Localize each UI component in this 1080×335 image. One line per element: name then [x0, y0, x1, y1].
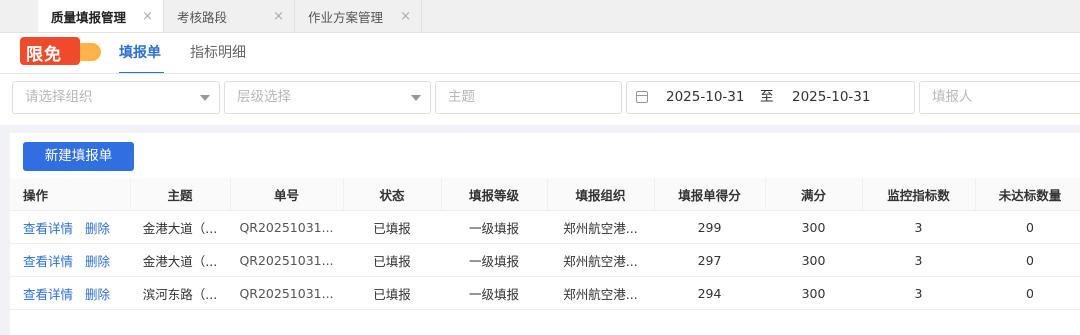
cell-status: 已填报 — [343, 210, 441, 244]
table-row: 查看详情 删除 金港大道（... QR20251031... 已填报 一级填报 郑… — [10, 243, 1080, 277]
calendar-icon — [636, 91, 648, 103]
report-table: 操作 主题 单号 状态 填报等级 填报组织 填报单得分 满分 监控指标数 未达标… — [10, 178, 1080, 310]
cell-subject: 滨河东路（... — [130, 276, 230, 310]
col-header-status[interactable]: 状态 — [343, 178, 442, 211]
new-report-button[interactable]: 新建填报单 — [23, 142, 134, 171]
view-details-link[interactable]: 查看详情 — [23, 254, 73, 269]
cell-monitor-count: 3 — [862, 276, 975, 310]
cell-full-score: 300 — [765, 276, 862, 310]
subject-input[interactable]: 主题 — [435, 81, 622, 114]
col-header-subject[interactable]: 主题 — [130, 178, 231, 211]
tab-work-plan[interactable]: 作业方案管理 × — [295, 0, 422, 32]
level-select-placeholder: 层级选择 — [237, 89, 291, 105]
cell-subject: 金港大道（... — [130, 210, 230, 244]
tab-bar: 质量填报管理 × 考核路段 × 作业方案管理 × — [0, 0, 1080, 33]
cell-status: 已填报 — [343, 276, 441, 310]
caret-down-icon — [200, 95, 210, 101]
col-header-score[interactable]: 填报单得分 — [654, 178, 766, 211]
cell-number: QR20251031... — [230, 276, 343, 310]
cell-status: 已填报 — [343, 243, 441, 277]
cell-monitor-count: 3 — [862, 243, 975, 277]
tab-quality-report[interactable]: 质量填报管理 × — [38, 0, 164, 32]
cell-subject: 金港大道（... — [130, 243, 230, 277]
row-actions: 查看详情 删除 — [10, 210, 130, 244]
table-header-row: 操作 主题 单号 状态 填报等级 填报组织 填报单得分 满分 监控指标数 未达标… — [10, 178, 1080, 211]
tab-label: 作业方案管理 — [308, 9, 384, 25]
cell-unmet-count: 0 — [975, 243, 1080, 277]
col-header-number[interactable]: 单号 — [230, 178, 344, 211]
cell-score: 297 — [654, 243, 765, 277]
cell-number: QR20251031... — [230, 243, 343, 277]
col-header-actions: 操作 — [10, 178, 131, 211]
row-actions: 查看详情 删除 — [10, 243, 130, 277]
close-icon[interactable]: × — [400, 9, 411, 24]
table-row: 查看详情 删除 金港大道（... QR20251031... 已填报 一级填报 郑… — [10, 210, 1080, 244]
view-details-link[interactable]: 查看详情 — [23, 287, 73, 302]
col-header-full-score[interactable]: 满分 — [765, 178, 863, 211]
promo-badge-text: 限免 — [26, 45, 62, 65]
cell-full-score: 300 — [765, 210, 862, 244]
row-actions: 查看详情 删除 — [10, 276, 130, 310]
cell-unmet-count: 0 — [975, 276, 1080, 310]
subject-input-placeholder: 主题 — [448, 89, 475, 105]
cell-level: 一级填报 — [441, 243, 547, 277]
date-range-picker[interactable]: 2025-10-31 至 2025-10-31 — [626, 81, 915, 114]
cell-org: 郑州航空港... — [547, 210, 654, 244]
cell-number: QR20251031... — [230, 210, 343, 244]
tab-label: 质量填报管理 — [51, 9, 127, 25]
reporter-input-placeholder: 填报人 — [932, 89, 973, 105]
cell-score: 299 — [654, 210, 765, 244]
cell-monitor-count: 3 — [862, 210, 975, 244]
col-header-unmet-count[interactable]: 未达标数量 — [975, 178, 1080, 211]
report-list-panel: 新建填报单 操作 主题 单号 状态 填报等级 填报组织 填报单得分 满分 监控指… — [10, 133, 1080, 335]
cell-level: 一级填报 — [441, 210, 547, 244]
tab-bar-spacer — [0, 0, 38, 32]
sub-tab-indicator-detail[interactable]: 指标明细 — [190, 33, 246, 73]
filter-bar: 请选择组织 层级选择 主题 2025-10-31 至 2025-10-31 填报… — [0, 73, 1080, 125]
table-row: 查看详情 删除 滨河东路（... QR20251031... 已填报 一级填报 郑… — [10, 276, 1080, 310]
close-icon[interactable]: × — [142, 9, 153, 24]
delete-link[interactable]: 删除 — [85, 254, 110, 269]
cell-level: 一级填报 — [441, 276, 547, 310]
level-select[interactable]: 层级选择 — [224, 81, 431, 114]
col-header-monitor-count[interactable]: 监控指标数 — [862, 178, 976, 211]
sub-header: 限免 填报单 指标明细 — [0, 33, 1080, 74]
view-details-link[interactable]: 查看详情 — [23, 221, 73, 236]
close-icon[interactable]: × — [273, 9, 284, 24]
caret-down-icon — [411, 95, 421, 101]
delete-link[interactable]: 删除 — [85, 221, 110, 236]
cell-org: 郑州航空港... — [547, 276, 654, 310]
cell-full-score: 300 — [765, 243, 862, 277]
col-header-level[interactable]: 填报等级 — [441, 178, 548, 211]
org-select-placeholder: 请选择组织 — [25, 89, 93, 105]
delete-link[interactable]: 删除 — [85, 287, 110, 302]
cell-unmet-count: 0 — [975, 210, 1080, 244]
cell-score: 294 — [654, 276, 765, 310]
cell-org: 郑州航空港... — [547, 243, 654, 277]
date-start[interactable]: 2025-10-31 — [666, 82, 744, 113]
date-separator: 至 — [760, 89, 774, 105]
org-select[interactable]: 请选择组织 — [12, 81, 220, 114]
reporter-input[interactable]: 填报人 — [919, 81, 1080, 114]
col-header-org[interactable]: 填报组织 — [547, 178, 655, 211]
tab-assessment-road[interactable]: 考核路段 × — [164, 0, 295, 32]
tab-label: 考核路段 — [177, 9, 228, 25]
date-end[interactable]: 2025-10-31 — [792, 82, 870, 113]
sub-tab-report-form[interactable]: 填报单 — [119, 33, 164, 74]
promo-badge[interactable]: 限免 — [20, 37, 101, 65]
